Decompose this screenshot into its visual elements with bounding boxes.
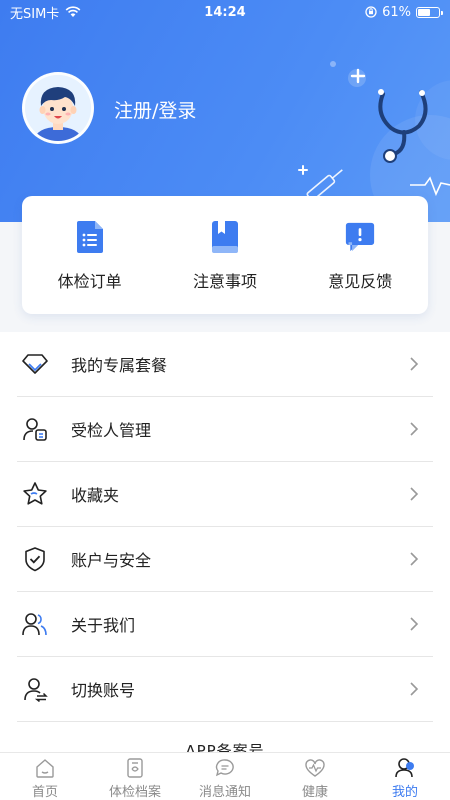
star-icon [23, 482, 47, 505]
user-icon [395, 758, 414, 778]
quick-action-label: 意见反馈 [328, 271, 393, 291]
message-icon [215, 759, 234, 777]
battery-icon [416, 6, 443, 18]
menu-item-label: 账户与安全 [71, 551, 152, 570]
quick-action-orders[interactable]: 体检订单 [30, 219, 150, 292]
menu-item-favorites[interactable]: 收藏夹 [17, 462, 433, 527]
menu-item-label: 收藏夹 [71, 486, 120, 505]
app-record-number: APP备案号 [0, 722, 450, 754]
quick-action-notes[interactable]: 注意事项 [165, 219, 285, 292]
chevron-right-icon [410, 422, 419, 436]
tab-label: 首页 [31, 785, 58, 800]
menu-item-examinee-management[interactable]: 受检人管理 [17, 397, 433, 462]
tab-home[interactable]: 首页 [0, 753, 90, 800]
switch-user-icon [24, 678, 48, 702]
menu-item-exclusive-package[interactable]: 我的专属套餐 [17, 332, 433, 397]
menu-item-label: 受检人管理 [71, 421, 152, 440]
diamond-icon [22, 354, 48, 374]
book-icon [211, 220, 238, 253]
chevron-right-icon [410, 552, 419, 566]
tab-label: 健康 [301, 785, 328, 800]
home-icon [36, 759, 54, 778]
quick-action-feedback[interactable]: 意见反馈 [300, 219, 420, 292]
status-bar: 无SIM卡 14:24 61% [0, 0, 450, 24]
document-list-icon [76, 220, 103, 253]
menu-item-about-us[interactable]: 关于我们 [17, 592, 433, 657]
quick-action-label: 注意事项 [192, 271, 257, 291]
tab-health[interactable]: 健康 [270, 753, 360, 800]
quick-actions-card: 体检订单 注意事项 意见反馈 [22, 196, 428, 314]
tab-label: 体检档案 [108, 785, 161, 800]
quick-action-label: 体检订单 [57, 271, 122, 291]
tab-mine[interactable]: 我的 [360, 753, 450, 800]
status-time: 14:24 [204, 4, 246, 20]
menu-list: 我的专属套餐 受检人管理 收藏夹 账户与安全 关于我们 切换账号 [0, 332, 450, 722]
chevron-right-icon [410, 617, 419, 631]
person-card-icon [23, 418, 47, 441]
battery-level [418, 8, 430, 16]
menu-item-account-security[interactable]: 账户与安全 [17, 527, 433, 592]
feedback-alert-icon [346, 222, 375, 251]
menu-item-switch-account[interactable]: 切换账号 [17, 657, 433, 722]
tab-label: 消息通知 [198, 785, 251, 800]
menu-item-label: 关于我们 [71, 616, 136, 635]
heart-pulse-icon [305, 759, 325, 777]
tab-exam-records[interactable]: 体检档案 [90, 753, 180, 800]
avatar[interactable] [22, 72, 94, 144]
people-icon [22, 613, 47, 636]
shield-check-icon [25, 547, 45, 572]
boy-avatar-icon [25, 75, 91, 141]
menu-item-label: 我的专属套餐 [71, 356, 168, 375]
chevron-right-icon [410, 487, 419, 501]
login-register-link[interactable]: 注册/登录 [114, 96, 196, 123]
record-icon [127, 758, 143, 778]
menu-item-label: 切换账号 [71, 681, 136, 700]
tab-label: 我的 [391, 785, 418, 800]
tab-messages[interactable]: 消息通知 [180, 753, 270, 800]
bottom-tab-bar: 首页 体检档案 消息通知 健康 我的 [0, 752, 450, 800]
chevron-right-icon [410, 357, 419, 371]
chevron-right-icon [410, 682, 419, 696]
